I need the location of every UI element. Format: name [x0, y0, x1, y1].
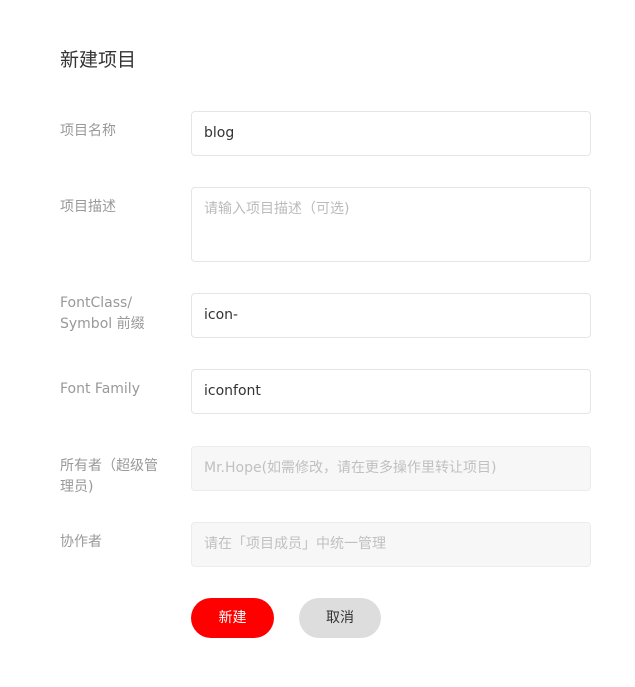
project-name-input[interactable]: blog: [191, 111, 591, 156]
collaborators-placeholder: 请在「项目成员」中统一管理: [204, 536, 386, 552]
cancel-button[interactable]: 取消: [299, 598, 381, 638]
font-family-value: iconfont: [204, 383, 261, 399]
prefix-label-line2: Symbol 前缀: [60, 316, 145, 332]
project-name-value: blog: [204, 125, 235, 141]
page-title: 新建项目: [60, 49, 137, 71]
project-description-label: 项目描述: [60, 199, 116, 215]
prefix-label-line1: FontClass/: [60, 295, 133, 311]
create-button[interactable]: 新建: [191, 598, 274, 638]
project-description-textarea[interactable]: 请输入项目描述（可选): [191, 187, 591, 262]
project-description-placeholder: 请输入项目描述（可选): [204, 201, 350, 217]
prefix-input[interactable]: icon-: [191, 293, 591, 338]
prefix-label: FontClass/ Symbol 前缀: [60, 293, 175, 335]
collaborators-label: 协作者: [60, 534, 102, 550]
owner-value: Mr.Hope(如需修改，请在更多操作里转让项目): [204, 460, 497, 476]
font-family-label: Font Family: [60, 381, 140, 397]
owner-input: Mr.Hope(如需修改，请在更多操作里转让项目): [191, 446, 591, 491]
owner-label: 所有者（超级管理员): [60, 458, 158, 495]
prefix-value: icon-: [204, 307, 239, 323]
font-family-input[interactable]: iconfont: [191, 369, 591, 414]
project-name-label: 项目名称: [60, 123, 116, 139]
collaborators-input: 请在「项目成员」中统一管理: [191, 522, 591, 567]
